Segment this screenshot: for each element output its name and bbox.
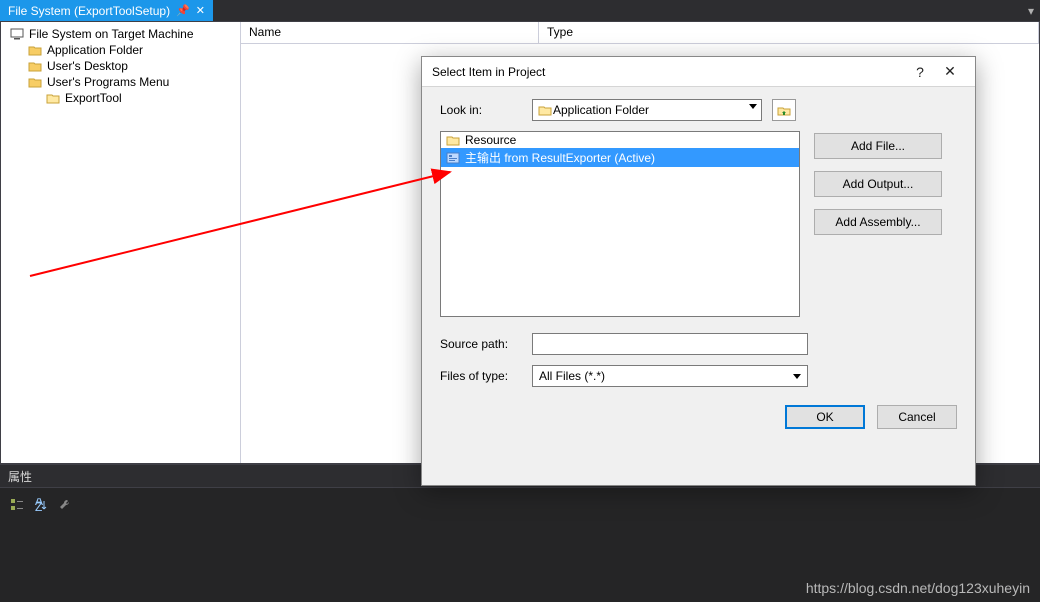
properties-panel: AZ https://blog.csdn.net/dog123xuheyin bbox=[0, 488, 1040, 602]
filesoftype-value: All Files (*.*) bbox=[539, 369, 605, 383]
svg-text:Z: Z bbox=[35, 500, 42, 512]
column-name-label: Name bbox=[249, 25, 281, 39]
sourcepath-label: Source path: bbox=[440, 337, 522, 351]
file-list[interactable]: Resource 主输出 from ResultExporter (Active… bbox=[440, 131, 800, 317]
sourcepath-input[interactable] bbox=[532, 333, 808, 355]
dialog-titlebar: Select Item in Project ? ✕ bbox=[422, 57, 975, 87]
close-icon[interactable]: ✕ bbox=[196, 4, 205, 17]
tree-item-label: User's Programs Menu bbox=[47, 75, 169, 89]
filesoftype-combo[interactable]: All Files (*.*) bbox=[532, 365, 808, 387]
pin-icon[interactable]: 📌 bbox=[176, 4, 190, 17]
help-button[interactable]: ? bbox=[905, 64, 935, 80]
tree-item-label: ExportTool bbox=[65, 91, 122, 105]
tab-title: File System (ExportToolSetup) bbox=[8, 4, 170, 18]
properties-label: 属性 bbox=[8, 468, 32, 485]
lookin-value: Application Folder bbox=[553, 103, 649, 117]
tab-bar: File System (ExportToolSetup) 📌 ✕ ▾ bbox=[0, 0, 1040, 22]
filesoftype-label: Files of type: bbox=[440, 369, 522, 383]
folder-open-icon bbox=[537, 103, 553, 117]
ok-button[interactable]: OK bbox=[785, 405, 865, 429]
list-header: Name Type bbox=[241, 22, 1039, 44]
folder-icon bbox=[27, 43, 43, 57]
tree-root-label: File System on Target Machine bbox=[29, 27, 194, 41]
categorized-icon[interactable] bbox=[8, 496, 26, 514]
tab-filesystem[interactable]: File System (ExportToolSetup) 📌 ✕ bbox=[0, 0, 213, 21]
folder-open-icon bbox=[45, 91, 61, 105]
dialog-title: Select Item in Project bbox=[432, 65, 905, 79]
list-item-primary-output[interactable]: 主输出 from ResultExporter (Active) bbox=[441, 148, 799, 167]
up-folder-button[interactable] bbox=[772, 99, 796, 121]
tree-root[interactable]: File System on Target Machine bbox=[1, 26, 240, 42]
column-name[interactable]: Name bbox=[241, 22, 539, 43]
tree-item-app-folder[interactable]: Application Folder bbox=[1, 42, 240, 58]
column-type[interactable]: Type bbox=[539, 22, 1039, 43]
tree-item-label: Application Folder bbox=[47, 43, 143, 57]
folder-icon bbox=[27, 75, 43, 89]
wrench-icon[interactable] bbox=[56, 496, 74, 514]
tree-item-programs-menu[interactable]: User's Programs Menu bbox=[1, 74, 240, 90]
list-item-resource[interactable]: Resource bbox=[441, 132, 799, 148]
tab-overflow-icon[interactable]: ▾ bbox=[1022, 0, 1040, 21]
list-item-label: 主输出 from ResultExporter (Active) bbox=[465, 149, 655, 166]
chevron-down-icon bbox=[793, 374, 801, 379]
lookin-label: Look in: bbox=[440, 103, 522, 117]
tree-view[interactable]: File System on Target Machine Applicatio… bbox=[1, 22, 241, 463]
tree-item-desktop[interactable]: User's Desktop bbox=[1, 58, 240, 74]
folder-icon bbox=[445, 133, 461, 147]
chevron-down-icon bbox=[749, 104, 757, 109]
watermark: https://blog.csdn.net/dog123xuheyin bbox=[806, 580, 1030, 596]
folder-icon bbox=[27, 59, 43, 73]
machine-icon bbox=[9, 27, 25, 41]
select-item-dialog: Select Item in Project ? ✕ Look in: Appl… bbox=[421, 56, 976, 486]
cancel-button[interactable]: Cancel bbox=[877, 405, 957, 429]
alphabetical-icon[interactable]: AZ bbox=[32, 496, 50, 514]
close-button[interactable]: ✕ bbox=[935, 63, 965, 80]
properties-toolbar: AZ bbox=[0, 488, 1040, 522]
lookin-combo[interactable]: Application Folder bbox=[532, 99, 762, 121]
output-icon bbox=[445, 151, 461, 165]
add-assembly-button[interactable]: Add Assembly... bbox=[814, 209, 942, 235]
add-file-button[interactable]: Add File... bbox=[814, 133, 942, 159]
folder-up-icon bbox=[777, 104, 791, 116]
column-type-label: Type bbox=[547, 25, 573, 39]
tree-item-exporttool[interactable]: ExportTool bbox=[1, 90, 240, 106]
list-item-label: Resource bbox=[465, 133, 516, 147]
add-output-button[interactable]: Add Output... bbox=[814, 171, 942, 197]
tree-item-label: User's Desktop bbox=[47, 59, 128, 73]
